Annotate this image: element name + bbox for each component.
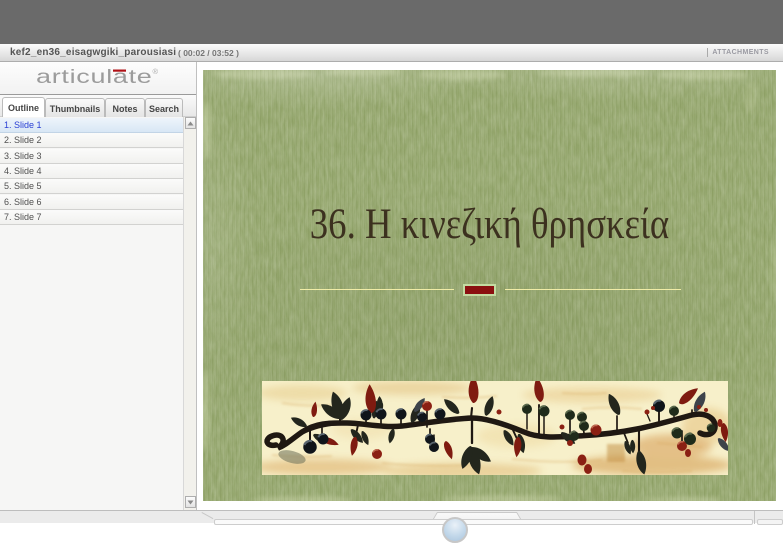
svg-text:articulate: articulate xyxy=(36,66,153,87)
svg-text:®: ® xyxy=(153,67,159,76)
